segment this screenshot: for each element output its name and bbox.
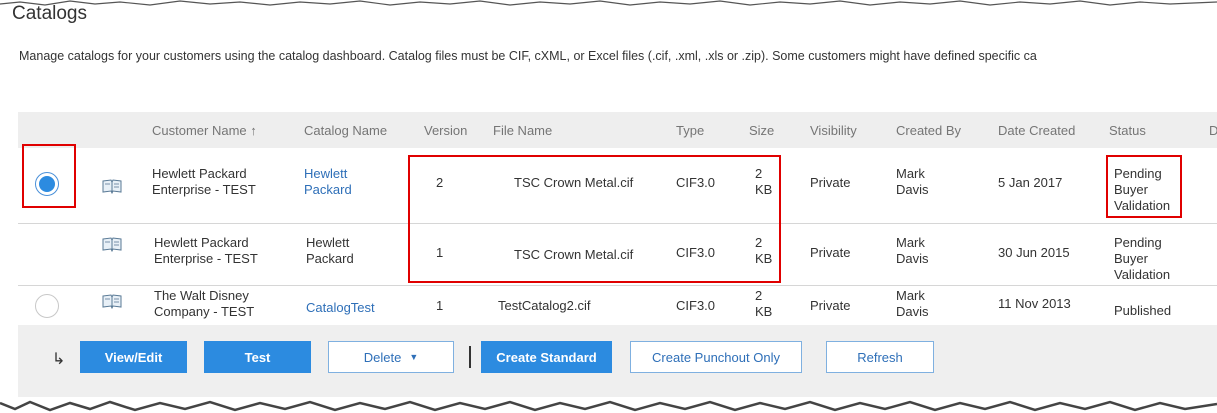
catalog-name-link-line1[interactable]: Hewlett xyxy=(304,167,347,181)
highlight-box-files xyxy=(408,155,781,283)
status-line3: Validation xyxy=(1114,267,1171,282)
catalog-book-icon xyxy=(102,179,122,194)
row-select-radio[interactable] xyxy=(35,294,59,318)
status-line2: Buyer xyxy=(1114,251,1148,266)
header-file-name[interactable]: File Name xyxy=(493,123,552,138)
catalog-name-line1: Hewlett xyxy=(306,235,350,250)
customer-name-line2: Company - TEST xyxy=(154,304,255,319)
size-value-line2: KB xyxy=(755,304,773,319)
catalog-name-line2: Packard xyxy=(306,251,354,266)
page-description: Manage catalogs for your customers using… xyxy=(19,49,1037,63)
created-by-line1: Mark xyxy=(896,235,925,250)
status-line1: Pending xyxy=(1114,235,1162,250)
action-bar: ↳ View/Edit Test Delete ▼ Create Standar… xyxy=(18,325,1217,397)
delete-label: Delete xyxy=(363,349,402,365)
return-arrow-icon: ↳ xyxy=(52,351,66,368)
header-status[interactable]: Status xyxy=(1109,123,1146,138)
visibility-value: Private xyxy=(810,245,851,260)
table-row[interactable]: The Walt Disney Company - TEST CatalogTe… xyxy=(18,286,1217,326)
header-size[interactable]: Size xyxy=(749,123,774,138)
size-value-line1: 2 xyxy=(755,288,763,303)
customer-name-line1: The Walt Disney xyxy=(154,288,249,303)
created-by-line1: Mark xyxy=(896,166,925,181)
header-type[interactable]: Type xyxy=(676,123,704,138)
header-customer-name[interactable]: Customer Name ↑ xyxy=(152,123,257,138)
header-version[interactable]: Version xyxy=(424,123,467,138)
page-title: Catalogs xyxy=(12,3,87,24)
test-button[interactable]: Test xyxy=(204,341,311,373)
highlight-box-radio xyxy=(22,144,76,208)
table-header: Customer Name ↑ Catalog Name Version Fil… xyxy=(18,112,1217,148)
customer-name-line1: Hewlett Packard xyxy=(154,235,249,250)
visibility-value: Private xyxy=(810,298,851,313)
header-created-by[interactable]: Created By xyxy=(896,123,961,138)
created-by-line2: Davis xyxy=(896,182,929,197)
highlight-box-status xyxy=(1106,155,1182,218)
torn-edge-bottom xyxy=(0,400,1217,412)
delete-dropdown-button[interactable]: Delete ▼ xyxy=(328,341,454,373)
customer-name-line2: Enterprise - TEST xyxy=(154,251,258,266)
catalog-name-link[interactable]: CatalogTest xyxy=(306,301,375,315)
type-value: CIF3.0 xyxy=(676,298,716,313)
create-punchout-only-button[interactable]: Create Punchout Only xyxy=(630,341,802,373)
chevron-down-icon: ▼ xyxy=(409,352,419,362)
created-by-line2: Davis xyxy=(896,251,929,266)
button-separator xyxy=(469,346,471,368)
catalog-book-icon xyxy=(102,237,122,252)
customer-name-line2: Enterprise - TEST xyxy=(152,182,256,197)
header-visibility[interactable]: Visibility xyxy=(810,123,857,138)
catalog-book-icon xyxy=(102,294,122,309)
header-extra[interactable]: D xyxy=(1209,123,1217,138)
date-created-value: 5 Jan 2017 xyxy=(998,175,1063,190)
created-by-line2: Davis xyxy=(896,304,929,319)
created-by-line1: Mark xyxy=(896,288,925,303)
customer-name-line1: Hewlett Packard xyxy=(152,166,247,181)
visibility-value: Private xyxy=(810,175,851,190)
header-catalog-name[interactable]: Catalog Name xyxy=(304,123,387,138)
date-created-value: 11 Nov 2013 xyxy=(998,296,1071,311)
version-value: 1 xyxy=(436,298,444,313)
date-created-value: 30 Jun 2015 xyxy=(998,245,1070,260)
catalog-name-link-line2[interactable]: Packard xyxy=(304,183,352,197)
file-name-value: TestCatalog2.cif xyxy=(498,298,591,313)
header-date-created[interactable]: Date Created xyxy=(998,123,1075,138)
torn-edge-top xyxy=(0,0,1217,6)
create-standard-button[interactable]: Create Standard xyxy=(481,341,612,373)
refresh-button[interactable]: Refresh xyxy=(826,341,934,373)
view-edit-button[interactable]: View/Edit xyxy=(80,341,187,373)
status-value: Published xyxy=(1114,303,1172,318)
